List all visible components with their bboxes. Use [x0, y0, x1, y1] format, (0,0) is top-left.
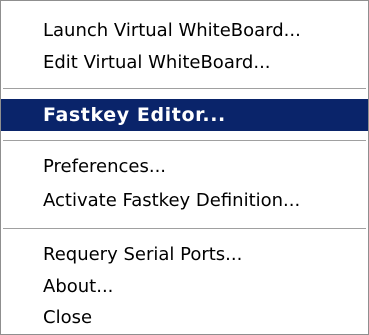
menu-separator — [3, 228, 366, 230]
menu-item-preferences[interactable]: Preferences... — [1, 151, 368, 183]
context-menu: Launch Virtual WhiteBoard... Edit Virtua… — [0, 0, 369, 335]
menu-item-edit-virtual-whiteboard[interactable]: Edit Virtual WhiteBoard... — [1, 47, 368, 79]
menu-item-requery-serial-ports[interactable]: Requery Serial Ports... — [1, 239, 368, 271]
menu-item-activate-fastkey-definition[interactable]: Activate Fastkey Definition... — [1, 185, 368, 217]
menu-separator — [3, 88, 366, 90]
menu-item-fastkey-editor[interactable]: Fastkey Editor... — [1, 99, 368, 131]
menu-item-launch-virtual-whiteboard[interactable]: Launch Virtual WhiteBoard... — [1, 15, 368, 47]
menu-item-about[interactable]: About... — [1, 271, 368, 303]
menu-item-close[interactable]: Close — [1, 302, 368, 334]
menu-separator — [3, 140, 366, 142]
